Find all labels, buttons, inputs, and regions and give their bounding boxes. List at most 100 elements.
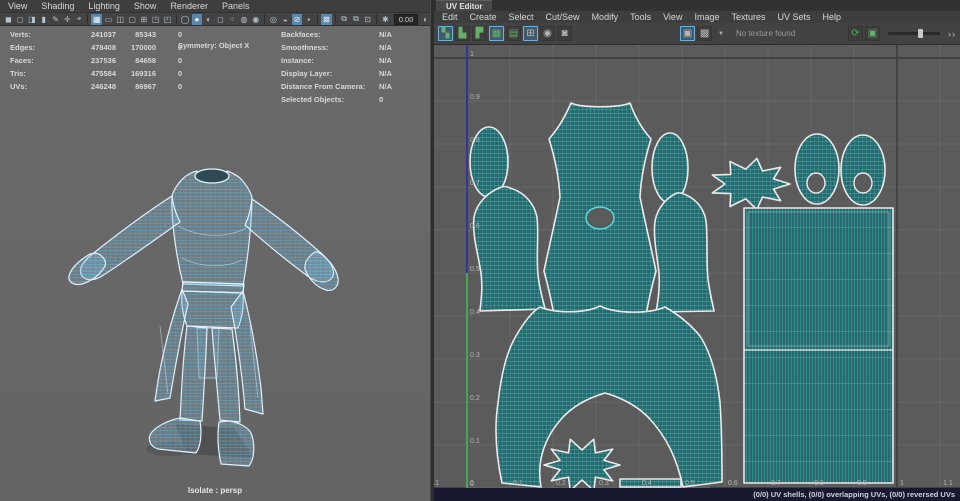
points-icon[interactable]: ⁘ [227, 14, 238, 25]
x-axis-label: 0.7 [771, 480, 781, 487]
wireframe-icon[interactable]: ◯ [180, 14, 191, 25]
gamma-icon[interactable]: ◖ [419, 14, 430, 25]
uv-editor-panel: UV Editor Edit Create Select Cut/Sew Modify T… [427, 0, 960, 501]
snap-move-icon[interactable]: ✛ [62, 14, 73, 25]
film-gate-icon[interactable]: ▭ [103, 14, 114, 25]
uv-shell-cape[interactable] [743, 207, 894, 484]
image-dim-slider[interactable] [888, 29, 940, 38]
uv-shell-pants[interactable] [495, 305, 723, 488]
measure-icon[interactable]: ⌖ [74, 14, 85, 25]
ambient-occlusion-icon[interactable]: ⊘ [291, 13, 303, 25]
maya-window: View Shading Lighting Show Renderer Panels ◼ ◻… [0, 0, 960, 501]
uv-menubar: Edit Create Select Cut/Sew Modify Tools View Im… [434, 11, 960, 23]
toolbar-separator [334, 14, 336, 24]
uv-shell-hand-top[interactable] [711, 157, 791, 211]
texture-dropdown-icon[interactable]: ▼ [718, 31, 724, 37]
copy-layout-icon[interactable]: ⧉ [339, 14, 350, 25]
persp-menu-shading[interactable]: Shading [41, 1, 74, 11]
grease-pencil-icon[interactable]: ✎ [50, 14, 61, 25]
exposure-field[interactable]: 0.00 [393, 13, 419, 25]
isolate-select-icon[interactable]: ⊠ [321, 13, 332, 25]
uv-canvas[interactable]: -0.1 0 0.1 0.2 0.3 0.4 0.5 0.6 0.7 0.8 0.9 1 1.1 1 0.9… [427, 45, 960, 492]
smooth-shade-icon[interactable]: ● [191, 13, 203, 25]
flat-shade-icon[interactable]: ◐ [203, 14, 214, 25]
uv-menu-tools[interactable]: Tools [630, 12, 651, 22]
grid-display-icon[interactable]: ⊞ [523, 26, 538, 41]
uv-statusbar: (0/0) UV shells, (0/0) overlapping UVs, … [434, 488, 960, 501]
uv-snapshot-icon[interactable]: ◙ [557, 26, 572, 41]
grid-toggle-icon[interactable]: ▦ [91, 13, 103, 25]
uv-tabbar: UV Editor [434, 0, 960, 11]
character-mesh[interactable] [0, 26, 430, 501]
persp-menu-lighting[interactable]: Lighting [88, 1, 120, 11]
uv-shell-egg-right[interactable] [840, 134, 886, 206]
camera-attributes-icon[interactable]: ◨ [27, 14, 38, 25]
persp-menu-view[interactable]: View [8, 1, 27, 11]
paste-layout-icon[interactable]: ⧉ [351, 14, 362, 25]
lighting-icon[interactable]: ◎ [268, 14, 279, 25]
refresh-textures-icon[interactable]: ⟳ [848, 26, 863, 41]
uv-menu-create[interactable]: Create [470, 12, 497, 22]
toolbar-separator [175, 14, 177, 24]
image-range-icon[interactable]: ▣ [865, 26, 880, 41]
image-display-icon[interactable]: ▣ [680, 26, 696, 41]
right-boot-mesh[interactable] [217, 420, 255, 467]
uv-editor-tab[interactable]: UV Editor [436, 0, 493, 11]
uv-menu-cut-sew[interactable]: Cut/Sew [546, 12, 580, 22]
sew-shell-icon[interactable]: ▛ [472, 26, 487, 41]
wireframe-on-shaded-icon[interactable]: ◍ [239, 14, 250, 25]
uv-menu-textures[interactable]: Textures [731, 12, 765, 22]
lock-camera-icon[interactable]: ◻ [15, 14, 26, 25]
resolution-gate-icon[interactable]: ◫ [115, 14, 126, 25]
cut-shell-icon[interactable]: ▙ [455, 26, 470, 41]
y-axis-label: 0.6 [470, 223, 480, 230]
slider-handle[interactable] [918, 29, 923, 38]
uv-toolbar: ▚ ▙ ▛ ▦ ▤ ⊞ ◉ ◙ ▣ ▩ ▼ No texture found ⟳ ▣ ›› [434, 23, 960, 45]
motion-blur-icon[interactable]: ▪ [303, 14, 314, 25]
layout-shells-icon[interactable]: ▚ [438, 26, 453, 41]
uv-shell-arm-right[interactable] [653, 192, 715, 313]
right-glove-mesh[interactable] [304, 251, 339, 291]
checker-pattern-icon[interactable]: ▩ [697, 26, 713, 41]
gate-mask-icon[interactable]: ▢ [127, 14, 138, 25]
x-axis-label: 0.5 [685, 480, 695, 487]
uv-menu-modify[interactable]: Modify [592, 12, 619, 22]
x-axis-label: 0.9 [857, 480, 867, 487]
checker-display-icon[interactable]: ▦ [489, 26, 504, 41]
bookmark-icon[interactable]: ▮ [38, 14, 49, 25]
right-leg-mesh[interactable] [211, 327, 241, 423]
exposure-icon[interactable]: ✱ [380, 14, 391, 25]
uv-menu-image[interactable]: Image [694, 12, 719, 22]
select-camera-icon[interactable]: ◼ [3, 14, 14, 25]
x-axis-label: 1 [900, 480, 904, 487]
uv-shell-sleeve-right[interactable] [651, 132, 689, 204]
uv-menu-view[interactable]: View [663, 12, 682, 22]
y-axis-label: 0.9 [470, 94, 480, 101]
uv-menu-uv-sets[interactable]: UV Sets [777, 12, 810, 22]
left-leg-mesh[interactable] [179, 325, 208, 422]
uv-menu-help[interactable]: Help [823, 12, 842, 22]
y-axis-label: 0.8 [470, 137, 480, 144]
default-material-icon[interactable]: ◉ [250, 14, 261, 25]
x-axis-label: 0.4 [642, 480, 652, 487]
safe-action-icon[interactable]: ◳ [150, 14, 161, 25]
persp-menu-panels[interactable]: Panels [222, 1, 250, 11]
uv-shell-arm-left[interactable] [472, 185, 546, 312]
uv-menu-edit[interactable]: Edit [442, 12, 458, 22]
pixel-snap-icon[interactable]: ◉ [540, 26, 555, 41]
uv-toolbar-left: ▚ ▙ ▛ ▦ ▤ ⊞ ◉ ◙ [438, 26, 574, 41]
expand-toolbar-icon[interactable]: ›› [948, 29, 956, 39]
toolbar-separator [264, 14, 266, 24]
left-glove-mesh[interactable] [68, 252, 107, 286]
safe-title-icon[interactable]: ◰ [162, 14, 173, 25]
left-boot-mesh[interactable] [148, 417, 202, 454]
persp-menu-show[interactable]: Show [134, 1, 157, 11]
shadows-icon[interactable]: ◒ [280, 14, 291, 25]
persp-viewport[interactable]: Verts: 241037 85343 0 Edges: 478408 170000 0 Fac… [0, 26, 430, 501]
distortion-display-icon[interactable]: ▤ [506, 26, 521, 41]
zoom-region-icon[interactable]: ⊡ [362, 14, 373, 25]
persp-menu-renderer[interactable]: Renderer [170, 1, 208, 11]
field-chart-icon[interactable]: ⊞ [138, 14, 149, 25]
uv-menu-select[interactable]: Select [509, 12, 534, 22]
bounding-box-icon[interactable]: ◻ [215, 14, 226, 25]
